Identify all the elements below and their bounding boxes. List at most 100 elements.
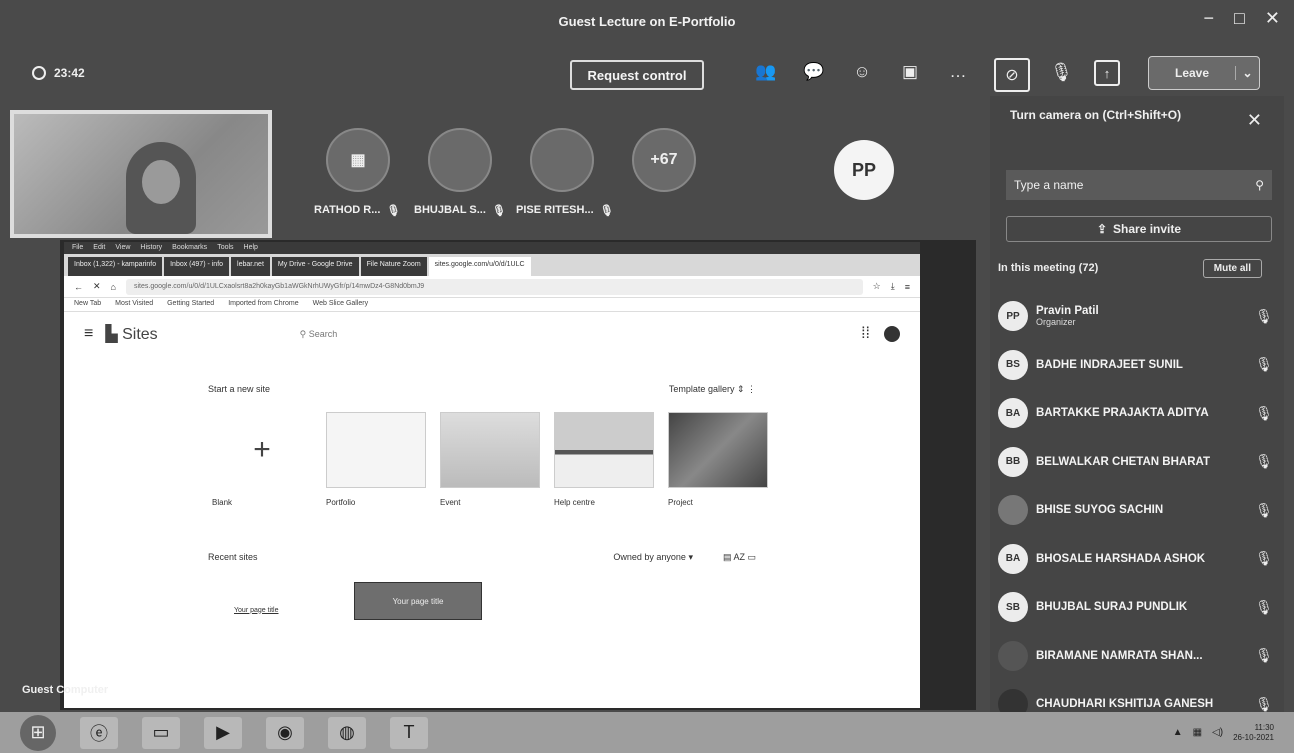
template-card[interactable]: Project (668, 412, 768, 507)
request-control-button[interactable]: Request control (570, 60, 704, 90)
participant-name: Pravin Patil (1036, 305, 1099, 318)
bookmark-item[interactable]: Web Slice Gallery (313, 300, 369, 309)
url-field[interactable]: sites.google.com/u/0/d/1ULCxaolsrt8a2h0k… (125, 278, 863, 295)
invite-name-input[interactable]: Type a name ⚲ (1006, 170, 1272, 200)
list-item[interactable]: BIRAMANE NAMRATA SHAN... 🎙 (998, 632, 1274, 681)
menu-item[interactable]: History (140, 244, 162, 252)
template-gallery-toggle[interactable]: Template gallery ⇕ ⋮ (669, 384, 756, 395)
template-name: Blank (212, 498, 233, 507)
avatar (998, 495, 1028, 526)
menu-item[interactable]: Tools (217, 244, 233, 252)
menu-item[interactable]: Edit (93, 244, 105, 252)
browser-tab-active[interactable]: sites.google.com/u/0/d/1ULC (428, 257, 531, 276)
owned-by-filter[interactable]: Owned by anyone ▾ ▤ AZ ▭ (613, 552, 756, 563)
chat-icon[interactable]: 💬 (800, 62, 828, 82)
teams-icon[interactable]: T (390, 716, 428, 749)
close-icon[interactable]: ✕ (1265, 8, 1280, 29)
firefox-icon[interactable]: ◍ (328, 716, 366, 749)
mute-all-button[interactable]: Mute all (1202, 258, 1262, 278)
in-meeting-header[interactable]: In this meeting (72) Mute all (990, 256, 1270, 280)
system-clock[interactable]: 11:30 26-10-2021 (1233, 723, 1274, 743)
participant-name: BHUJBAL SURAJ PUNDLIK (1036, 601, 1188, 614)
hamburger-icon[interactable]: ≡ (84, 325, 93, 343)
menu-item[interactable]: View (115, 244, 130, 252)
start-button[interactable]: ⊞ (20, 714, 56, 751)
camera-tooltip: Turn camera on (Ctrl+Shift+O) (1010, 108, 1182, 122)
browser-tab[interactable]: lebar.net (231, 257, 270, 276)
template-card[interactable]: Portfolio (326, 412, 426, 507)
template-card[interactable]: + Blank (212, 412, 312, 507)
panel-close-icon[interactable]: ✕ (1247, 110, 1262, 131)
participant-avatar[interactable] (428, 128, 492, 192)
media-player-icon[interactable]: ▶ (204, 716, 242, 749)
close-page-icon[interactable]: ✕ (93, 281, 101, 292)
reactions-icon[interactable]: ☺ (848, 62, 876, 82)
bookmark-star-icon[interactable]: ☆ (873, 281, 881, 292)
avatar: BA (998, 398, 1028, 429)
mic-muted-icon: 🎙 (386, 205, 401, 217)
browser-menu-icon[interactable]: ≡ (905, 282, 910, 292)
recent-site-card[interactable]: Your page title (234, 589, 314, 614)
share-icon: ⇪ (1096, 222, 1108, 236)
list-item[interactable]: BA BARTAKKE PRAJAKTA ADITYA 🎙 (998, 389, 1274, 438)
network-icon[interactable]: ▦ (1193, 727, 1202, 738)
template-card[interactable]: Help centre (554, 412, 654, 507)
rooms-icon[interactable]: ▣ (896, 62, 924, 82)
bookmark-item[interactable]: Imported from Chrome (228, 300, 298, 309)
browser-tab[interactable]: My Drive - Google Drive (271, 257, 359, 276)
list-item[interactable]: PP Pravin Patil Organizer 🎙 (998, 292, 1274, 341)
bookmark-item[interactable]: Most Visited (115, 300, 153, 309)
download-icon[interactable]: ⤓ (891, 281, 895, 292)
owned-by-label: Owned by anyone (613, 552, 686, 562)
avatar: SB (998, 592, 1028, 623)
sites-search[interactable]: ⚲ Search (300, 329, 338, 340)
list-item[interactable]: BB BELWALKAR CHETAN BHARAT 🎙 (998, 438, 1274, 487)
browser-tab[interactable]: File Nature Zoom (360, 257, 427, 276)
apps-grid-icon[interactable]: ⁞⁞ (861, 325, 870, 343)
list-item[interactable]: SB BHUJBAL SURAJ PUNDLIK 🎙 (998, 583, 1274, 632)
ie-browser-icon[interactable]: ⓔ (80, 716, 118, 749)
camera-off-icon: ⊘ (1005, 67, 1019, 84)
chevron-down-icon[interactable]: ⌄ (1235, 66, 1259, 80)
sites-header: ≡ ▙ Sites ⚲ Search ⁞⁞ (64, 312, 920, 356)
volume-icon[interactable]: ◁) (1212, 727, 1223, 738)
participant-avatar[interactable]: ▦ (326, 128, 390, 192)
mic-muted-icon: 🎙 (1255, 307, 1273, 324)
minimize-icon[interactable]: − (1204, 8, 1215, 29)
file-explorer-icon[interactable]: ▭ (142, 716, 180, 749)
browser-tab[interactable]: Inbox (1,322) - kamparinfo (68, 257, 163, 276)
list-item[interactable]: BA BHOSALE HARSHADA ASHOK 🎙 (998, 535, 1274, 584)
maximize-icon[interactable]: □ (1234, 8, 1245, 29)
participant-name: BADHE INDRAJEET SUNIL (1036, 358, 1183, 371)
template-card[interactable]: Event (440, 412, 540, 507)
camera-off-button[interactable]: ⊘ (994, 58, 1030, 92)
browser-tab[interactable]: Inbox (497) - info (164, 257, 230, 276)
recent-site-card[interactable]: Your page title (354, 582, 482, 620)
participants-icon[interactable]: 👥 (752, 62, 780, 82)
tray-arrow-icon[interactable]: ▲ (1173, 727, 1183, 738)
leave-button[interactable]: Leave ⌄ (1148, 56, 1260, 90)
share-invite-label: Share invite (1113, 222, 1182, 236)
toolbar-icons: 👥 💬 ☺ ▣ … (752, 62, 972, 82)
list-item[interactable]: BHISE SUYOG SACHIN 🎙 (998, 486, 1274, 535)
menu-item[interactable]: Help (244, 244, 258, 252)
back-icon[interactable]: ← (74, 282, 83, 292)
share-invite-button[interactable]: ⇪ Share invite (1006, 216, 1272, 242)
more-actions-icon[interactable]: … (944, 62, 972, 82)
account-avatar[interactable] (884, 326, 900, 342)
bookmark-item[interactable]: New Tab (74, 300, 101, 309)
list-item[interactable]: BS BADHE INDRAJEET SUNIL 🎙 (998, 341, 1274, 390)
chrome-icon[interactable]: ◉ (266, 716, 304, 749)
home-icon[interactable]: ⌂ (111, 282, 116, 292)
presenter-avatar[interactable]: PP (834, 140, 894, 200)
share-tray-button[interactable]: ↑ (1094, 60, 1120, 86)
participant-label: BHUJBAL S... 🎙 (414, 204, 506, 217)
template-thumbnail (668, 412, 768, 488)
menu-item[interactable]: Bookmarks (172, 244, 207, 252)
overflow-count[interactable]: +67 (632, 128, 696, 192)
recent-sites-label: Recent sites (208, 552, 258, 562)
bookmark-item[interactable]: Getting Started (167, 300, 214, 309)
menu-item[interactable]: File (72, 244, 83, 252)
participant-avatar[interactable] (530, 128, 594, 192)
mic-muted-button[interactable]: 🎙 (1050, 62, 1073, 83)
